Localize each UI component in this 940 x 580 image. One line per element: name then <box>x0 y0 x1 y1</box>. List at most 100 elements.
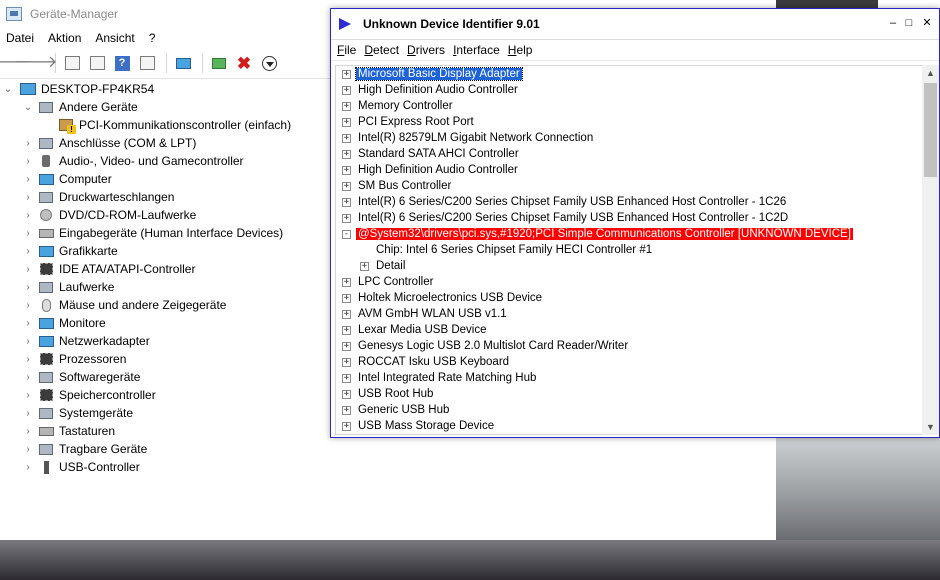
forward-button[interactable]: 🡒 <box>15 53 58 73</box>
udi-device-row[interactable]: + Lexar Media USB Device <box>336 322 922 338</box>
scroll-thumb[interactable] <box>924 83 937 177</box>
chevron-right-icon[interactable]: › <box>22 426 34 437</box>
dm-menu-ansicht[interactable]: Ansicht <box>93 31 142 45</box>
chevron-right-icon[interactable]: › <box>22 138 34 149</box>
tree-category[interactable]: › USB-Controller <box>0 458 776 476</box>
udi-device-row[interactable]: + PCI Express Root Port <box>336 114 922 130</box>
close-button[interactable]: ✕ <box>919 16 935 30</box>
computer-name: DESKTOP-FP4KR54 <box>41 82 155 96</box>
udi-device-row[interactable]: + Holtek Microelectronics USB Device <box>336 290 922 306</box>
chevron-right-icon[interactable]: › <box>22 444 34 455</box>
expand-icon[interactable]: + <box>342 405 351 415</box>
udi-device-row[interactable]: + Microsoft Basic Display Adapter <box>336 66 922 82</box>
chevron-right-icon[interactable]: › <box>22 354 34 365</box>
chevron-right-icon[interactable]: › <box>22 372 34 383</box>
toolbar-separator <box>202 53 203 73</box>
chevron-right-icon[interactable]: › <box>22 318 34 329</box>
chevron-right-icon[interactable]: › <box>22 282 34 293</box>
udi-device-row[interactable]: + AVM GmbH WLAN USB v1.1 <box>336 306 922 322</box>
update-driver-button[interactable] <box>208 53 230 73</box>
expand-icon[interactable]: + <box>342 277 351 287</box>
udi-device-row[interactable]: + SM Bus Controller <box>336 178 922 194</box>
tree-category[interactable]: › Tragbare Geräte <box>0 440 776 458</box>
udi-device-row[interactable]: + Standard SATA AHCI Controller <box>336 146 922 162</box>
chevron-right-icon[interactable]: › <box>22 210 34 221</box>
expand-icon[interactable]: + <box>342 117 351 127</box>
udi-device-row[interactable]: + Memory Controller <box>336 98 922 114</box>
scroll-down-icon[interactable]: ▼ <box>922 419 939 435</box>
udi-device-row[interactable]: + Intel(R) 6 Series/C200 Series Chipset F… <box>336 194 922 210</box>
chevron-right-icon[interactable]: › <box>22 462 34 473</box>
udi-device-row[interactable]: + Intel(R) 6 Series/C200 Series Chipset F… <box>336 210 922 226</box>
udi-menu-interface[interactable]: Interface <box>453 43 500 57</box>
udi-device-row[interactable]: + High Definition Audio Controller <box>336 162 922 178</box>
chevron-right-icon[interactable]: › <box>22 408 34 419</box>
device-view-button[interactable] <box>86 53 108 73</box>
maximize-button[interactable]: □ <box>901 16 917 30</box>
udi-device-row[interactable]: + ROCCAT Isku USB Keyboard <box>336 354 922 370</box>
udi-device-row[interactable]: + Generic USB Hub <box>336 402 922 418</box>
udi-menu-help[interactable]: Help <box>508 43 533 57</box>
udi-device-row[interactable]: + Intel Integrated Rate Matching Hub <box>336 370 922 386</box>
udi-device-row[interactable]: + Genesys Logic USB 2.0 Multislot Card Re… <box>336 338 922 354</box>
chevron-right-icon[interactable]: › <box>22 228 34 239</box>
uninstall-button[interactable]: ✖ <box>233 53 255 73</box>
chevron-right-icon[interactable]: › <box>22 264 34 275</box>
expand-icon[interactable]: + <box>342 373 351 383</box>
expand-icon[interactable]: + <box>342 165 351 175</box>
udi-row-label: Genesys Logic USB 2.0 Multislot Card Rea… <box>358 340 629 352</box>
udi-vertical-scrollbar[interactable]: ▲ ▼ <box>922 65 939 435</box>
expand-icon[interactable]: + <box>342 357 351 367</box>
expand-icon[interactable]: + <box>342 421 351 431</box>
chevron-right-icon[interactable]: › <box>22 336 34 347</box>
chevron-right-icon[interactable]: › <box>22 156 34 167</box>
scroll-up-icon[interactable]: ▲ <box>922 65 939 81</box>
expand-icon[interactable]: + <box>342 325 351 335</box>
expand-icon[interactable]: + <box>360 261 369 271</box>
udi-device-row[interactable]: + USB Root Hub <box>336 386 922 402</box>
chevron-right-icon[interactable]: › <box>22 174 34 185</box>
dm-menu-datei[interactable]: Datei <box>4 31 42 45</box>
udi-menu-drivers[interactable]: Drivers <box>407 43 445 57</box>
dm-menu-aktion[interactable]: Aktion <box>46 31 89 45</box>
udi-titlebar[interactable]: Unknown Device Identifier 9.01 – □ ✕ <box>331 9 939 40</box>
chevron-down-icon[interactable]: ⌄ <box>2 84 14 95</box>
minimize-button[interactable]: – <box>885 16 901 30</box>
expand-icon[interactable]: + <box>342 309 351 319</box>
udi-device-row[interactable]: + High Definition Audio Controller <box>336 82 922 98</box>
udi-menu-file[interactable]: File <box>337 43 356 57</box>
expand-icon[interactable]: + <box>342 149 351 159</box>
expand-icon[interactable]: + <box>342 293 351 303</box>
expand-icon[interactable]: + <box>342 133 351 143</box>
processor-icon <box>38 352 54 366</box>
udi-device-row[interactable]: + LPC Controller <box>336 274 922 290</box>
expand-icon[interactable]: + <box>342 85 351 95</box>
download-button[interactable] <box>258 53 280 73</box>
chevron-down-icon[interactable]: ⌄ <box>22 102 34 113</box>
chevron-right-icon[interactable]: › <box>22 300 34 311</box>
expand-icon[interactable]: + <box>342 101 351 111</box>
properties-button[interactable] <box>61 53 83 73</box>
chevron-right-icon[interactable]: › <box>22 390 34 401</box>
udi-child-row[interactable]: + Detail <box>336 258 922 274</box>
udi-device-list[interactable]: + Microsoft Basic Display Adapter + High De… <box>335 65 923 435</box>
udi-device-row[interactable]: - @System32\drivers\pci.sys,#1920;PCI Sim… <box>336 226 922 242</box>
expand-icon[interactable]: + <box>342 181 351 191</box>
chevron-right-icon[interactable]: › <box>22 246 34 257</box>
udi-device-row[interactable]: + USB Mass Storage Device <box>336 418 922 434</box>
expand-icon[interactable]: + <box>342 341 351 351</box>
help-button[interactable]: ? <box>111 53 133 73</box>
udi-device-row[interactable]: + Intel(R) 82579LM Gigabit Network Connec… <box>336 130 922 146</box>
expand-icon[interactable]: + <box>342 197 351 207</box>
expand-icon[interactable]: + <box>342 69 351 79</box>
expand-icon[interactable]: + <box>342 389 351 399</box>
dm-menu-help[interactable]: ? <box>147 31 164 45</box>
collapse-icon[interactable]: - <box>342 229 351 239</box>
network-icon <box>38 334 54 348</box>
expand-icon[interactable]: + <box>342 213 351 223</box>
scan-button[interactable] <box>172 53 194 73</box>
view-button[interactable] <box>136 53 158 73</box>
chevron-right-icon[interactable]: › <box>22 192 34 203</box>
udi-menu-detect[interactable]: Detect <box>364 43 399 57</box>
udi-child-row[interactable]: Chip: Intel 6 Series Chipset Family HECI… <box>336 242 922 258</box>
